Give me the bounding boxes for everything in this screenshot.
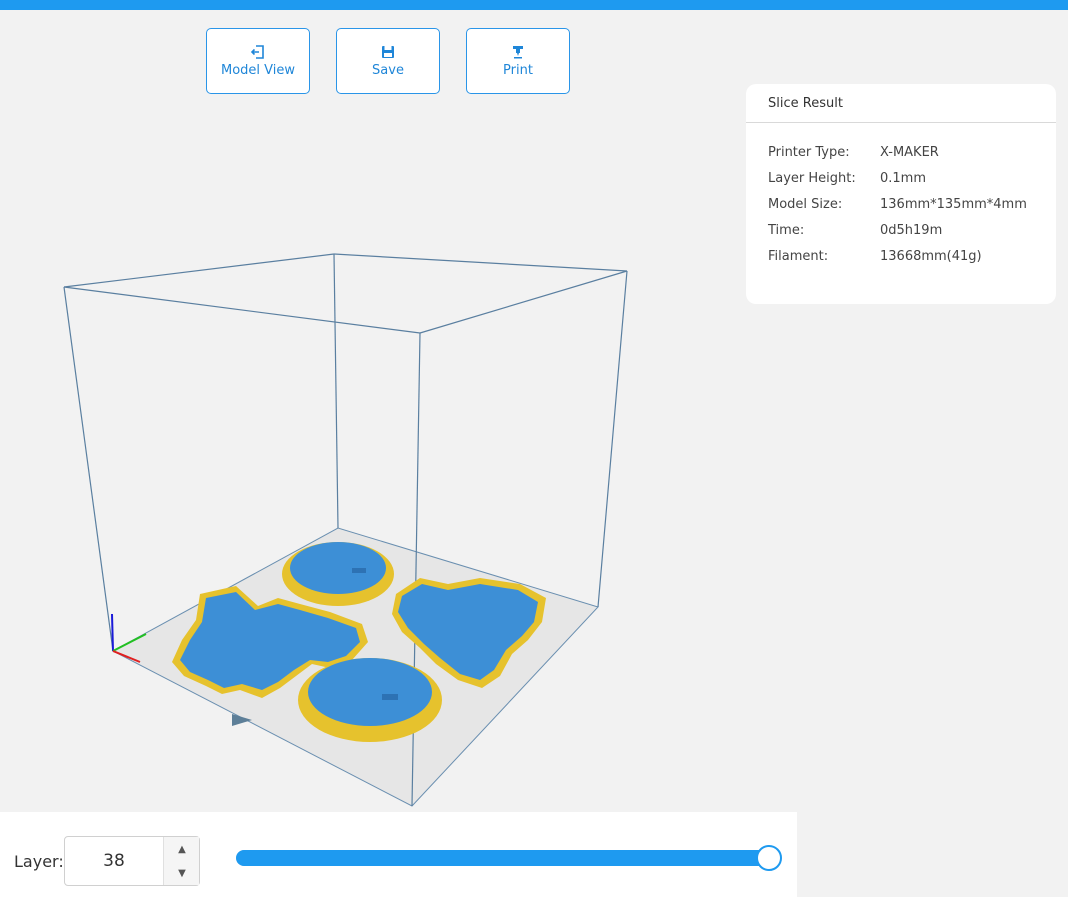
spinner-buttons: ▲ ▼ [163,837,199,885]
model-view-button[interactable]: Model View [206,28,310,94]
save-button[interactable]: Save [336,28,440,94]
layer-slider[interactable] [236,845,782,871]
print-label: Print [503,63,533,78]
layer-spinner[interactable]: ▲ ▼ [64,836,200,886]
slice-row-key: Printer Type: [768,145,850,160]
disc-slot [382,694,398,700]
slice-row-value: 0.1mm [880,171,927,186]
slice-row-value: 13668mm(41g) [880,249,982,264]
disc-slot [352,568,366,573]
slice-row-value: 0d5h19m [880,223,943,238]
layer-slider-fill [236,850,769,866]
slice-row-layer-height: Layer Height: 0.1mm [746,166,1056,192]
model-view-label: Model View [220,63,295,78]
slice-row-key: Model Size: [768,197,843,212]
caret-up-icon: ▲ [178,843,186,855]
slice-row-value: 136mm*135mm*4mm [880,197,1027,212]
slice-result-title: Slice Result [746,84,1056,123]
slice-row-time: Time: 0d5h19m [746,218,1056,244]
slice-row-value: X-MAKER [880,145,939,160]
slice-row-model-size: Model Size: 136mm*135mm*4mm [746,192,1056,218]
layer-slider-thumb[interactable] [756,845,782,871]
exit-to-model-icon [250,45,264,59]
slice-result-panel: Slice Result Printer Type: X-MAKER Layer… [746,84,1056,304]
bottom-disc-model [308,658,432,726]
slice-row-filament: Filament: 13668mm(41g) [746,244,1056,270]
caret-down-icon: ▼ [178,867,186,879]
slice-row-key: Time: [768,223,805,238]
layer-input[interactable] [65,837,163,885]
slice-row-key: Layer Height: [768,171,856,186]
layer-increment-button[interactable]: ▲ [164,837,200,861]
print-button[interactable]: Print [466,28,570,94]
layer-decrement-button[interactable]: ▼ [164,861,200,885]
slice-row-printer-type: Printer Type: X-MAKER [746,140,1056,166]
printer-nozzle-icon [513,46,523,59]
layer-label: Layer: [14,852,64,871]
save-label: Save [372,63,404,78]
slice-row-key: Filament: [768,249,829,264]
top-disc-model [290,542,386,594]
floppy-disk-icon [382,46,394,58]
